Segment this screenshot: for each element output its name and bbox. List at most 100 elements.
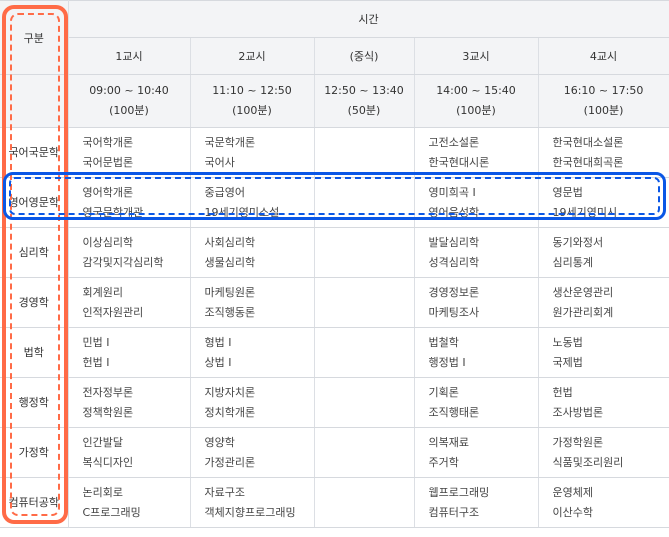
period-1-duration: (100분) <box>109 104 149 117</box>
subject-name: 헌법 I <box>82 355 110 369</box>
period-1-time: 09:00 ~ 10:40 (100분) <box>68 74 191 128</box>
subject-cell-p4: 한국현대소설론한국현대희곡론 <box>538 127 669 178</box>
subject-name: 헌법 <box>552 385 573 399</box>
subject-cell-p4: 운영체제 이산수학 <box>538 477 669 528</box>
subject-name: 가정학원론 <box>552 435 604 449</box>
period-1-label: 1교시 <box>68 37 191 75</box>
subject-name: 국어문법론 <box>82 155 134 169</box>
period-2-time-range: 11:10 ~ 12:50 <box>212 84 292 97</box>
subject-cell-p1: 인간발달 복식디자인 <box>68 427 191 478</box>
subject-cell-p2: 마케팅원론 조직행동론 <box>190 277 315 328</box>
subject-cell-p3: 법철학행정법 I <box>414 327 539 378</box>
subject-name: 가정관리론 <box>204 455 256 469</box>
period-2-duration: (100분) <box>232 104 272 117</box>
period-3-time: 14:00 ~ 15:40 (100분) <box>414 74 539 128</box>
table-row: 국어국문학 국어학개론 국어문법론 국문학개론 국어사 고전소설론 한국현대시론 한국현대소설… <box>0 127 669 178</box>
subject-name: 기획론 <box>428 385 459 399</box>
subject-name: 주거학 <box>428 455 459 469</box>
table-row: 법학 민법 I 헌법 I 형법 I 상법 I 법철학 행정법 I 노동법 국제법 <box>0 327 669 378</box>
subject-cell-p2: 사회심리학생물심리학 <box>190 227 315 278</box>
subject-name: 한국현대희곡론 <box>552 155 624 169</box>
subject-cell-lunch <box>314 327 415 378</box>
subject-name: 원가관리회계 <box>552 305 614 319</box>
table-row: 경영학 회계원리 인적자원관리 마케팅원론 조직행동론 경영정보론 마케팅조사 생산운영관리 원… <box>0 277 669 328</box>
subject-cell-p3: 기획론조직행태론 <box>414 377 539 428</box>
subject-name: 국어사 <box>204 155 235 169</box>
subject-name: 발달심리학 <box>428 235 480 249</box>
subject-name: 논리회로 <box>82 485 123 499</box>
subject-name: 지방자치론 <box>204 385 256 399</box>
subject-name: 사회심리학 <box>204 235 256 249</box>
period-4-time: 16:10 ~ 17:50 (100분) <box>538 74 669 128</box>
subject-cell-lunch <box>314 427 415 478</box>
subject-cell-p3: 의복재료주거학 <box>414 427 539 478</box>
subject-name: 정책학원론 <box>82 405 134 419</box>
period-1-time-range: 09:00 ~ 10:40 <box>89 84 169 97</box>
subject-name: 행정법 I <box>428 355 466 369</box>
subject-name: 컴퓨터구조 <box>428 505 480 519</box>
subject-name: 의복재료 <box>428 435 469 449</box>
subject-cell-p1: 논리회로 C프로그래밍 <box>68 477 191 528</box>
table-row: 행정학 전자정부론 정책학원론 지방자치론 정치학개론 기획론 조직행태론 헌법 조사방법론 <box>0 377 669 428</box>
period-4-time-range: 16:10 ~ 17:50 <box>563 84 644 97</box>
subject-name: 회계원리 <box>82 285 123 299</box>
subject-name: 상법 I <box>204 355 232 369</box>
period-3-time-range: 14:00 ~ 15:40 <box>436 84 516 97</box>
subject-cell-lunch <box>314 227 415 278</box>
subject-name: 전자정부론 <box>82 385 134 399</box>
subject-cell-lunch <box>314 477 415 528</box>
subject-cell-lunch <box>314 377 415 428</box>
subject-name: 복식디자인 <box>82 455 134 469</box>
subject-name: 국제법 <box>552 355 583 369</box>
subject-name: 동기와정서 <box>552 235 604 249</box>
subject-cell-p2: 자료구조객체지향프로그래밍 <box>190 477 315 528</box>
subject-cell-p4: 헌법조사방법론 <box>538 377 669 428</box>
category-column-dashed-highlight <box>10 13 60 516</box>
exam-schedule-table: 구분 시간 1교시 2교시 (중식) 3교시 4교시 09:00 ~ 10:40… <box>0 0 669 528</box>
lunch-duration: (50분) <box>347 104 381 117</box>
lunch-time-range: 12:50 ~ 13:40 <box>324 84 404 97</box>
subject-name: 고전소설론 <box>428 135 480 149</box>
subject-cell-lunch <box>314 277 415 328</box>
subject-name: 조직행태론 <box>428 405 480 419</box>
subject-cell-p1: 전자정부론정책학원론 <box>68 377 191 428</box>
subject-name: 법철학 <box>428 335 459 349</box>
subject-cell-p3: 웹프로그래밍 컴퓨터구조 <box>414 477 539 528</box>
subject-cell-p3: 발달심리학성격심리학 <box>414 227 539 278</box>
subject-name: 국문학개론 <box>204 135 256 149</box>
table-row: 컴퓨터공학 논리회로 C프로그래밍 자료구조 객체지향프로그래밍 웹프로그래밍 컴퓨터구조 운… <box>0 477 669 528</box>
subject-name: 성격심리학 <box>428 255 480 269</box>
subject-cell-p2: 국문학개론국어사 <box>190 127 315 178</box>
subject-cell-p1: 회계원리 인적자원관리 <box>68 277 191 328</box>
subject-name: 형법 I <box>204 335 232 349</box>
selected-row-dashed-highlight <box>9 177 660 215</box>
lunch-label: (중식) <box>314 37 415 75</box>
subject-cell-p4: 노동법국제법 <box>538 327 669 378</box>
subject-cell-p2: 형법 I 상법 I <box>190 327 315 378</box>
subject-name: 마케팅조사 <box>428 305 480 319</box>
subject-name: 심리통계 <box>552 255 593 269</box>
subject-name: C프로그래밍 <box>82 505 141 519</box>
subject-name: 생물심리학 <box>204 255 256 269</box>
subject-cell-p4: 가정학원론 식품및조리원리 <box>538 427 669 478</box>
period-3-label: 3교시 <box>414 37 539 75</box>
period-2-label: 2교시 <box>190 37 315 75</box>
subject-name: 한국현대소설론 <box>552 135 624 149</box>
lunch-time: 12:50 ~ 13:40 (50분) <box>314 74 415 128</box>
subject-cell-p4: 생산운영관리 원가관리회계 <box>538 277 669 328</box>
subject-cell-p2: 영양학 가정관리론 <box>190 427 315 478</box>
subject-name: 이상심리학 <box>82 235 134 249</box>
period-4-label: 4교시 <box>538 37 669 75</box>
subject-name: 한국현대시론 <box>428 155 490 169</box>
subject-name: 조사방법론 <box>552 405 604 419</box>
subject-name: 노동법 <box>552 335 583 349</box>
period-4-duration: (100분) <box>583 104 624 117</box>
subject-cell-p3: 고전소설론한국현대시론 <box>414 127 539 178</box>
table-row: 가정학 인간발달 복식디자인 영양학 가정관리론 의복재료 주거학 가정학원론 식품및조리원리 <box>0 427 669 478</box>
subject-cell-lunch <box>314 127 415 178</box>
subject-name: 조직행동론 <box>204 305 256 319</box>
subject-name: 객체지향프로그래밍 <box>204 505 296 519</box>
subject-name: 자료구조 <box>204 485 245 499</box>
subject-name: 이산수학 <box>552 505 593 519</box>
subject-name: 감각및지각심리학 <box>82 255 164 269</box>
